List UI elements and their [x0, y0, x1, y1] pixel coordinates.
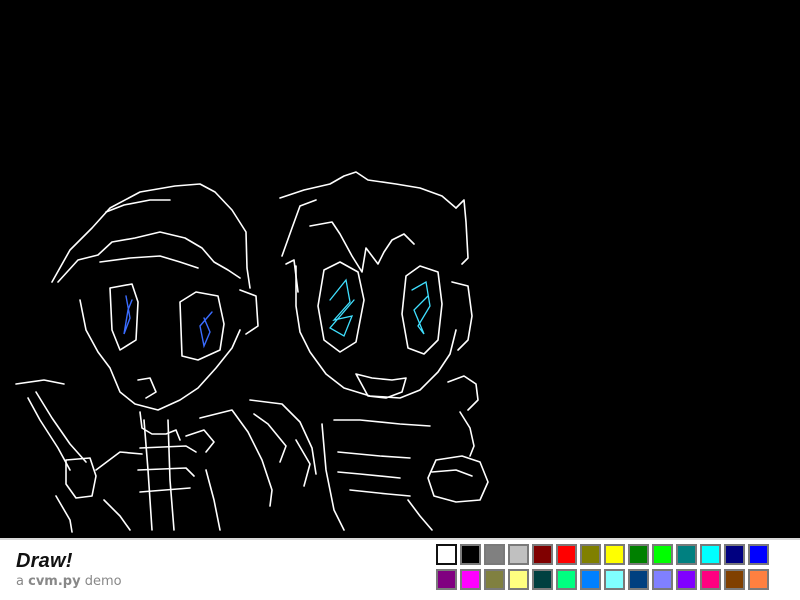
- sketch-stroke: [15, 379, 65, 385]
- sketch-stroke: [401, 265, 443, 355]
- sketch-stroke: [35, 391, 87, 463]
- sketch-stroke: [179, 291, 225, 361]
- color-swatch[interactable]: [556, 569, 577, 590]
- sketch-stroke: [95, 451, 143, 471]
- color-swatch[interactable]: [700, 544, 721, 565]
- sketch-stroke: [199, 409, 273, 507]
- sketch-stroke: [349, 489, 411, 497]
- color-swatch[interactable]: [556, 544, 577, 565]
- color-swatch[interactable]: [628, 569, 649, 590]
- subtitle-brand: cvm.py: [28, 574, 81, 589]
- sketch-stroke: [99, 255, 199, 269]
- color-swatch[interactable]: [532, 569, 553, 590]
- sketch-stroke: [137, 467, 195, 477]
- color-swatch[interactable]: [676, 544, 697, 565]
- app-title: Draw!: [16, 550, 73, 572]
- color-swatch[interactable]: [748, 544, 769, 565]
- color-swatch[interactable]: [436, 544, 457, 565]
- subtitle-prefix: a: [16, 574, 24, 589]
- canvas-drawing: [15, 171, 489, 533]
- color-swatch[interactable]: [436, 569, 457, 590]
- sketch-stroke: [143, 419, 153, 531]
- color-swatch[interactable]: [748, 569, 769, 590]
- sketch-stroke: [411, 280, 431, 335]
- color-swatch[interactable]: [724, 569, 745, 590]
- color-swatch[interactable]: [604, 544, 625, 565]
- sketch-stroke: [328, 278, 355, 337]
- color-swatch[interactable]: [508, 569, 529, 590]
- sketch-stroke: [451, 281, 473, 351]
- sketch-stroke: [65, 457, 97, 499]
- sketch-stroke: [281, 199, 317, 257]
- sketch-stroke: [109, 283, 139, 351]
- sketch-stroke: [79, 299, 241, 411]
- color-palette: [436, 544, 772, 590]
- sketch-stroke: [55, 495, 73, 533]
- sketch-stroke: [123, 295, 133, 335]
- color-swatch[interactable]: [580, 569, 601, 590]
- sketch-stroke: [309, 221, 415, 273]
- sketch-stroke: [239, 289, 259, 335]
- color-swatch[interactable]: [460, 569, 481, 590]
- color-swatch[interactable]: [676, 569, 697, 590]
- draw-app: Draw! a cvm.py demo: [0, 0, 800, 600]
- sketch-stroke: [139, 445, 197, 453]
- sketch-stroke: [431, 469, 473, 477]
- sketch-stroke: [407, 499, 433, 531]
- sketch-stroke: [459, 411, 475, 457]
- color-swatch[interactable]: [484, 544, 505, 565]
- color-swatch[interactable]: [484, 569, 505, 590]
- color-swatch[interactable]: [604, 569, 625, 590]
- sketch-stroke: [337, 471, 401, 479]
- sketch-stroke: [249, 399, 317, 475]
- color-swatch[interactable]: [460, 544, 481, 565]
- color-swatch[interactable]: [652, 544, 673, 565]
- sketch-stroke: [167, 419, 175, 531]
- sketch-stroke: [105, 199, 171, 213]
- sketch-stroke: [205, 469, 221, 531]
- color-swatch[interactable]: [532, 544, 553, 565]
- sketch-stroke: [321, 423, 345, 531]
- sketch-stroke: [295, 439, 311, 487]
- color-swatch[interactable]: [724, 544, 745, 565]
- sketch-stroke: [139, 487, 191, 493]
- sketch-stroke: [279, 171, 457, 209]
- sketch-stroke: [427, 455, 489, 503]
- sketch-stroke: [199, 311, 213, 349]
- sketch-stroke: [447, 375, 479, 411]
- sketch-stroke: [137, 377, 157, 399]
- sketch-stroke: [317, 261, 365, 353]
- drawing-canvas[interactable]: [0, 0, 800, 538]
- sketch-stroke: [337, 451, 411, 459]
- toolbar-divider: [0, 538, 800, 540]
- color-swatch[interactable]: [652, 569, 673, 590]
- color-swatch[interactable]: [508, 544, 529, 565]
- sketch-stroke: [103, 499, 131, 531]
- color-swatch[interactable]: [700, 569, 721, 590]
- color-swatch[interactable]: [628, 544, 649, 565]
- sketch-stroke: [333, 419, 431, 427]
- color-swatch[interactable]: [580, 544, 601, 565]
- sketch-stroke: [455, 199, 469, 265]
- subtitle-suffix: demo: [84, 574, 122, 589]
- bottom-toolbar: Draw! a cvm.py demo: [0, 538, 800, 600]
- app-subtitle: a cvm.py demo: [16, 574, 122, 589]
